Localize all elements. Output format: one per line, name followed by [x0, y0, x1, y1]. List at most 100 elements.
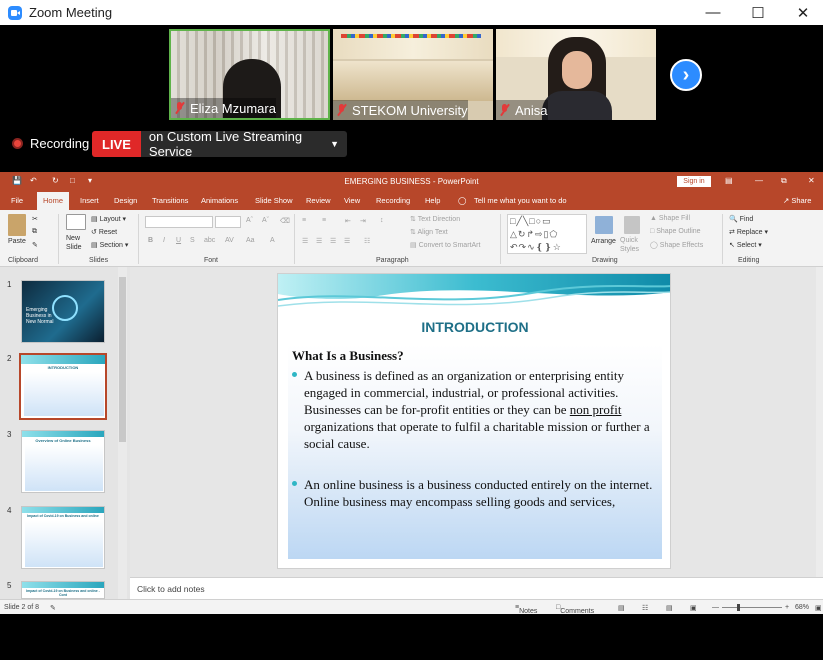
arrange-button[interactable]: Arrange	[591, 238, 616, 245]
align-right-icon[interactable]: ☰	[330, 237, 336, 245]
ppt-restore-icon[interactable]: ⧉	[781, 176, 787, 186]
slide-sorter-icon[interactable]: ☷	[642, 604, 648, 612]
zoom-in-icon[interactable]: +	[785, 604, 789, 611]
arrange-icon[interactable]	[595, 216, 613, 234]
thumbnail-scrollbar[interactable]	[118, 267, 127, 599]
tab-slide-show[interactable]: Slide Show	[255, 192, 293, 210]
maximize-icon[interactable]: ☐	[735, 0, 781, 25]
underline-icon[interactable]: U	[176, 237, 181, 244]
share-button[interactable]: ↗ Share	[783, 192, 811, 210]
zoom-out-icon[interactable]: —	[712, 604, 719, 611]
zoom-level[interactable]: 68%	[795, 604, 809, 611]
change-case-icon[interactable]: Aa	[246, 237, 255, 244]
replace-button[interactable]: ⇄ Replace ▾	[729, 228, 768, 236]
tab-home[interactable]: Home	[37, 192, 70, 210]
tab-help[interactable]: Help	[425, 192, 440, 210]
columns-icon[interactable]: ☷	[364, 237, 370, 245]
increase-indent-icon[interactable]: ⇥	[360, 217, 366, 225]
close-icon[interactable]: ✕	[780, 0, 823, 25]
align-left-icon[interactable]: ☰	[302, 237, 308, 245]
font-name-input[interactable]	[145, 216, 213, 228]
minimize-icon[interactable]: —	[690, 0, 736, 25]
normal-view-icon[interactable]: ▤	[618, 604, 625, 612]
banner-bottom	[333, 61, 493, 101]
recording-indicator[interactable]: Recording	[12, 136, 89, 151]
thumbnail-slide-1[interactable]: Emerging Business in New Normal	[21, 280, 105, 343]
paste-button[interactable]: Paste	[8, 238, 26, 245]
sign-in-button[interactable]: Sign in	[677, 176, 711, 187]
zoom-slider[interactable]	[722, 607, 782, 608]
thumbnail-slide-3[interactable]: Overview of Online Business	[21, 430, 105, 493]
strikethrough-icon[interactable]: abc	[204, 237, 215, 244]
ppt-minimize-icon[interactable]: —	[755, 176, 763, 185]
tab-view[interactable]: View	[344, 192, 360, 210]
numbering-icon[interactable]: ≡	[322, 217, 326, 224]
justify-icon[interactable]: ☰	[344, 237, 350, 245]
paste-icon[interactable]	[8, 214, 26, 236]
char-spacing-icon[interactable]: AV	[225, 237, 234, 244]
bullets-icon[interactable]: ≡	[302, 217, 306, 224]
live-stream-dropdown[interactable]: LIVE on Custom Live Streaming Service ▼	[92, 131, 347, 157]
notes-toggle[interactable]: ≡ Notes	[515, 604, 537, 615]
tab-recording[interactable]: Recording	[376, 192, 410, 210]
screen: Zoom Meeting — ☐ ✕ Eliza Mzumara STEKOM …	[0, 0, 823, 660]
thumbnail-slide-2[interactable]: INTRODUCTION	[19, 353, 107, 420]
tab-design[interactable]: Design	[114, 192, 137, 210]
shadow-icon[interactable]: S	[190, 237, 195, 244]
clear-format-icon[interactable]: ⌫	[280, 217, 290, 225]
font-size-input[interactable]	[215, 216, 241, 228]
align-center-icon[interactable]: ☰	[316, 237, 322, 245]
comments-toggle[interactable]: □ Comments	[556, 604, 594, 615]
quick-styles-button[interactable]: Quick Styles	[620, 236, 646, 254]
video-tile-anisa[interactable]: Anisa	[496, 29, 656, 120]
thumbnail-slide-5[interactable]: Impact of Covid-19 on Business and onlin…	[21, 581, 105, 599]
shapes-gallery[interactable]: □╱╲□○▭ △↻↱⇨▯⬠ ↶↷∿❴❵☆	[507, 214, 587, 254]
video-tile-eliza[interactable]: Eliza Mzumara	[169, 29, 330, 120]
cut-icon[interactable]: ✂	[32, 215, 38, 223]
layout-button[interactable]: ▤ Layout ▾	[91, 215, 126, 223]
copy-icon[interactable]: ⧉	[32, 228, 37, 236]
tab-animations[interactable]: Animations	[201, 192, 238, 210]
thumbnail-slide-4[interactable]: Impact of Covid-19 on Business and onlin…	[21, 506, 105, 569]
video-tile-stekom[interactable]: STEKOM University	[333, 29, 493, 120]
slide-scrollbar[interactable]	[816, 267, 823, 577]
reading-view-icon[interactable]: ▤	[666, 604, 673, 612]
convert-smartart-button[interactable]: ▤ Convert to SmartArt	[410, 241, 480, 249]
next-page-chevron-icon[interactable]: ›	[670, 59, 702, 91]
tab-file[interactable]: File	[11, 192, 23, 210]
font-color-icon[interactable]: A	[270, 237, 275, 244]
select-button[interactable]: ↖ Select ▾	[729, 241, 762, 249]
shape-fill-button[interactable]: ▲ Shape Fill	[650, 215, 690, 222]
notes-pane[interactable]: Click to add notes	[130, 577, 823, 599]
tab-transitions[interactable]: Transitions	[152, 192, 188, 210]
accessibility-icon[interactable]: ✎	[50, 604, 56, 612]
italic-icon[interactable]: I	[163, 237, 165, 244]
current-slide[interactable]: INTRODUCTION What Is a Business? A busin…	[277, 273, 671, 569]
new-slide-button[interactable]: New Slide	[66, 234, 88, 252]
tell-me-search[interactable]: Tell me what you want to do	[474, 192, 567, 210]
new-slide-icon[interactable]	[66, 214, 86, 230]
tab-insert[interactable]: Insert	[80, 192, 99, 210]
text-direction-button[interactable]: ⇅ Text Direction	[410, 215, 460, 223]
shrink-font-icon[interactable]: Aˇ	[262, 217, 269, 224]
quick-styles-icon[interactable]	[624, 216, 640, 234]
line-spacing-icon[interactable]: ↕	[380, 217, 384, 224]
participant-body	[542, 91, 612, 120]
slide-bullet-1: A business is defined as an organization…	[292, 367, 658, 452]
grow-font-icon[interactable]: Aˆ	[246, 217, 253, 224]
align-text-button[interactable]: ⇅ Align Text	[410, 228, 448, 236]
bold-icon[interactable]: B	[148, 237, 153, 244]
fit-slide-icon[interactable]: ▣	[815, 604, 822, 612]
decrease-indent-icon[interactable]: ⇤	[345, 217, 351, 225]
tab-review[interactable]: Review	[306, 192, 331, 210]
find-button[interactable]: 🔍 Find	[729, 215, 753, 223]
slideshow-view-icon[interactable]: ▣	[690, 604, 697, 612]
shape-effects-button[interactable]: ◯ Shape Effects	[650, 241, 703, 249]
section-button[interactable]: ▤ Section ▾	[91, 241, 128, 249]
reset-button[interactable]: ↺ Reset	[91, 228, 117, 236]
shape-outline-button[interactable]: □ Shape Outline	[650, 228, 701, 235]
ppt-close-icon[interactable]: ✕	[808, 176, 815, 185]
format-painter-icon[interactable]: ✎	[32, 241, 38, 249]
zoom-slider-thumb[interactable]	[737, 604, 740, 611]
ribbon-display-icon[interactable]: ▤	[725, 176, 733, 185]
